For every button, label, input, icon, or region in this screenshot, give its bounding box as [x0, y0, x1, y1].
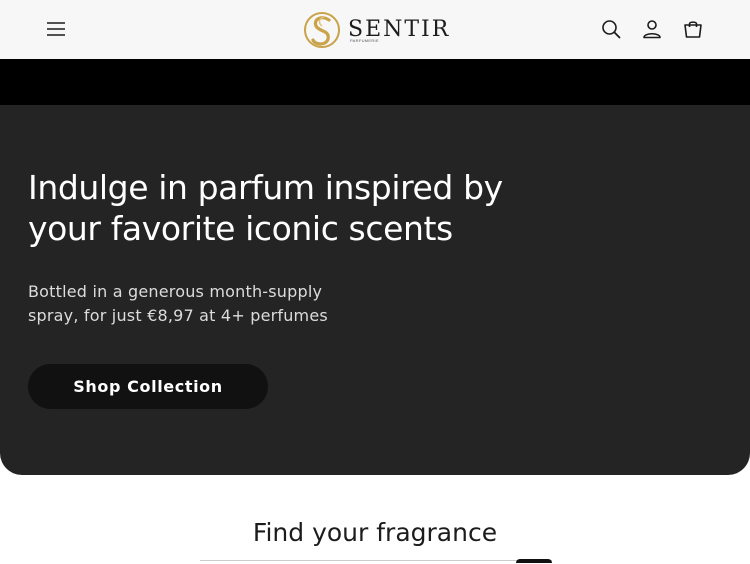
search-icon[interactable]	[596, 14, 626, 44]
cart-icon[interactable]	[678, 14, 708, 44]
account-icon[interactable]	[637, 14, 667, 44]
site-header: SENTIR PARFUMERIE	[0, 0, 750, 59]
shop-collection-button[interactable]: Shop Collection	[28, 364, 268, 409]
announcement-band	[0, 59, 750, 105]
brand-logo[interactable]: SENTIR PARFUMERIE	[302, 9, 450, 51]
fragrance-search-button[interactable]	[516, 559, 552, 563]
hero-banner: Indulge in parfum inspired by your favor…	[0, 105, 750, 475]
brand-subtitle: PARFUMERIE	[350, 38, 379, 43]
hero-subtitle: Bottled in a generous month-supply spray…	[28, 282, 328, 325]
hero-title: Indulge in parfum inspired by your favor…	[28, 168, 503, 248]
hamburger-menu-icon[interactable]	[41, 14, 71, 44]
find-fragrance-title: Find your fragrance	[252, 518, 498, 547]
brand-monogram-icon	[304, 12, 340, 48]
fragrance-search-field[interactable]	[200, 560, 552, 564]
